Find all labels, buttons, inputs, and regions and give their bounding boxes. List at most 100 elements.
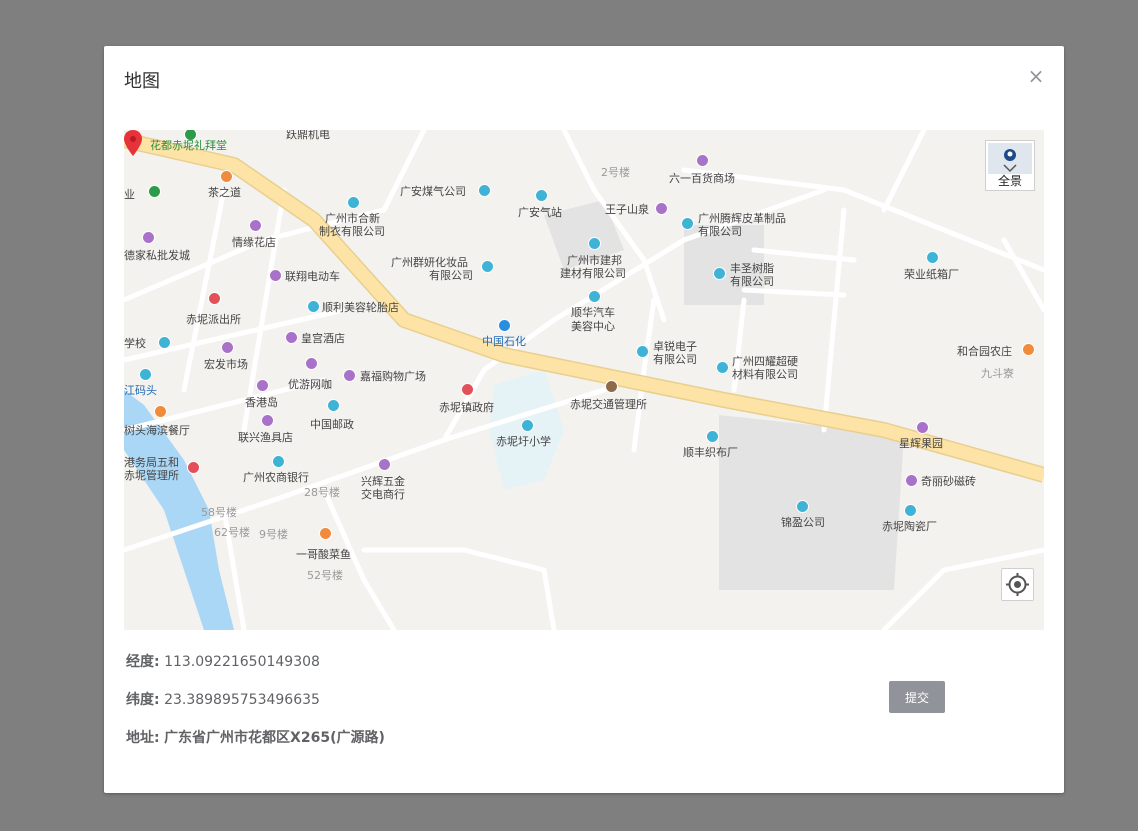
map-label: 赤坭交通管理所: [570, 398, 647, 411]
longitude-key: 经度:: [126, 654, 160, 670]
poi-icon[interactable]: [521, 419, 534, 432]
poi-icon[interactable]: [904, 504, 917, 517]
map-label: 树头海滨餐厅: [124, 424, 190, 437]
location-pin-icon[interactable]: [124, 130, 142, 156]
poi-icon[interactable]: [655, 202, 668, 215]
poi-icon[interactable]: [208, 292, 221, 305]
latitude-value: 23.389895753496635: [164, 692, 320, 708]
map-label: 联翔电动车: [285, 270, 340, 283]
poi-icon[interactable]: [285, 331, 298, 344]
poi-icon[interactable]: [343, 369, 356, 382]
map-label: 赤坭镇政府: [439, 401, 494, 414]
poi-icon[interactable]: [605, 380, 618, 393]
poi-icon[interactable]: [905, 474, 918, 487]
poi-icon[interactable]: [142, 231, 155, 244]
map-label: 茶之道: [208, 186, 241, 199]
map-label: 卓锐电子: [653, 340, 697, 353]
poi-icon[interactable]: [713, 267, 726, 280]
poi-icon[interactable]: [796, 500, 809, 513]
poi-icon[interactable]: [249, 219, 262, 232]
map-label: 九斗寮: [981, 367, 1014, 380]
map-label: 28号楼: [304, 486, 340, 499]
poi-icon[interactable]: [305, 357, 318, 370]
poi-icon[interactable]: [916, 421, 929, 434]
map-label: 美容中心: [571, 320, 615, 333]
map-label: 赤坭派出所: [186, 313, 241, 326]
poi-icon[interactable]: [139, 368, 152, 381]
map-label: 制衣有限公司: [319, 225, 385, 238]
poi-icon[interactable]: [327, 399, 340, 412]
map-label: 有限公司: [429, 269, 473, 282]
poi-icon[interactable]: [461, 383, 474, 396]
poi-icon[interactable]: [307, 300, 320, 313]
map-label: 广州群妍化妆品: [391, 256, 468, 269]
poi-icon[interactable]: [347, 196, 360, 209]
poi-icon[interactable]: [187, 461, 200, 474]
map-label: 嘉福购物广场: [360, 370, 426, 383]
minor-road: [361, 547, 557, 630]
poi-icon[interactable]: [498, 319, 511, 332]
map-label: 赤坭管理所: [124, 469, 179, 482]
map-label: 中国邮政: [310, 418, 354, 431]
poi-icon[interactable]: [378, 458, 391, 471]
poi-icon[interactable]: [588, 237, 601, 250]
poi-icon[interactable]: [272, 455, 285, 468]
close-icon[interactable]: ×: [1026, 66, 1046, 86]
map-label: 花都赤坭礼拜堂: [150, 139, 227, 152]
map-label: 香港岛: [245, 396, 278, 409]
map-view[interactable]: 跃鼎机电 花都赤坭礼拜堂 茶之道 业 广州市合新 制衣有限公司 广安煤气公司 2…: [124, 130, 1044, 630]
map-label: 广州市合新: [325, 212, 380, 225]
latitude-key: 纬度:: [126, 692, 160, 708]
map-label: 交电商行: [361, 488, 405, 501]
map-label: 赤坭陶瓷厂: [882, 520, 937, 533]
poi-icon[interactable]: [706, 430, 719, 443]
poi-icon[interactable]: [588, 290, 601, 303]
poi-icon[interactable]: [926, 251, 939, 264]
map-label: 材料有限公司: [732, 368, 798, 381]
locate-button[interactable]: [1001, 568, 1034, 601]
poi-icon[interactable]: [716, 361, 729, 374]
map-label: 联兴渔具店: [238, 431, 293, 444]
panorama-label: 全景: [997, 174, 1022, 188]
poi-icon[interactable]: [158, 336, 171, 349]
poi-icon[interactable]: [696, 154, 709, 167]
poi-icon[interactable]: [481, 260, 494, 273]
map-label: 建材有限公司: [560, 267, 626, 280]
poi-icon[interactable]: [535, 189, 548, 202]
address-row: 地址: 广东省广州市花都区X265(广源路): [126, 727, 385, 747]
map-label: 学校: [124, 337, 146, 350]
poi-icon[interactable]: [636, 345, 649, 358]
map-label: 皇宫酒店: [301, 332, 345, 345]
map-label: 和合园农庄: [957, 345, 1012, 358]
poi-icon[interactable]: [221, 341, 234, 354]
map-label: 有限公司: [653, 353, 697, 366]
map-label: 广安气站: [518, 206, 562, 219]
submit-button[interactable]: 提交: [889, 681, 945, 713]
map-label: 广州腾辉皮革制品: [698, 212, 786, 225]
poi-icon[interactable]: [1022, 343, 1035, 356]
minor-road: [1001, 237, 1044, 313]
map-label: 荣业纸箱厂: [904, 268, 959, 281]
panorama-button[interactable]: 全景: [985, 140, 1035, 191]
poi-icon[interactable]: [261, 414, 274, 427]
poi-icon[interactable]: [681, 217, 694, 230]
map-label: 港务局五和: [124, 456, 179, 469]
poi-icon[interactable]: [220, 170, 233, 183]
map-label: 六一百货商场: [669, 172, 735, 185]
map-label: 58号楼: [201, 506, 237, 519]
map-label: 兴辉五金: [361, 475, 405, 488]
poi-icon[interactable]: [154, 405, 167, 418]
poi-icon[interactable]: [269, 269, 282, 282]
map-label: 一哥酸菜鱼: [296, 548, 351, 561]
poi-icon[interactable]: [148, 185, 161, 198]
poi-icon[interactable]: [478, 184, 491, 197]
map-label: 广州四耀超硬: [732, 355, 798, 368]
map-label: 锦盈公司: [781, 516, 825, 529]
poi-icon[interactable]: [256, 379, 269, 392]
map-label: 有限公司: [698, 225, 742, 238]
poi-icon[interactable]: [319, 527, 332, 540]
address-key: 地址:: [126, 730, 160, 746]
map-label: 9号楼: [259, 528, 288, 541]
map-label: 丰圣树脂: [730, 262, 774, 275]
address-value: 广东省广州市花都区X265(广源路): [164, 730, 385, 746]
